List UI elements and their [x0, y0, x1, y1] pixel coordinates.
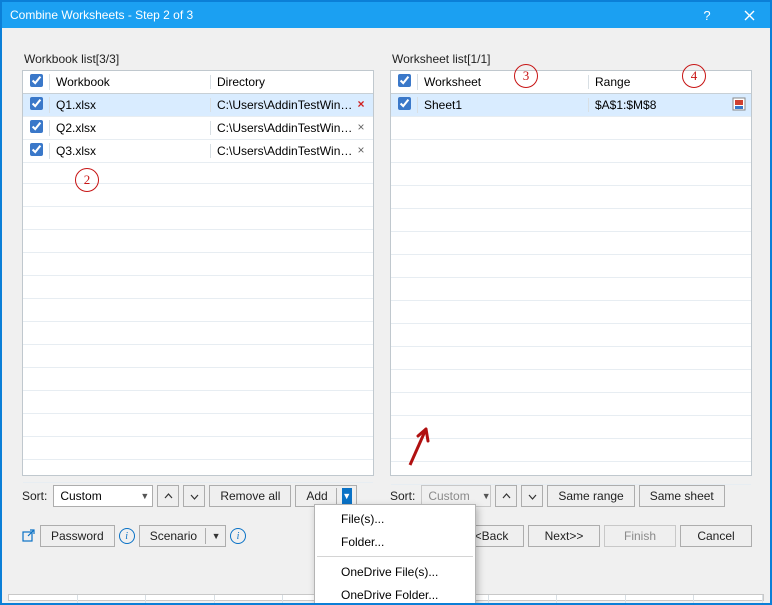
directory-col-header[interactable]: Directory	[211, 75, 373, 89]
next-button[interactable]: Next>>	[528, 525, 600, 547]
add-dropdown-toggle[interactable]: ▼	[342, 488, 352, 504]
worksheet-col-header[interactable]: Worksheet	[418, 75, 589, 89]
close-icon	[744, 10, 755, 21]
workbook-sort-combo[interactable]: Custom ▼	[53, 485, 153, 507]
table-row[interactable]: Q2.xlsx C:\Users\AddinTestWin1... ×	[23, 117, 373, 140]
worksheet-list-header: Worksheet Range	[391, 71, 751, 94]
same-sheet-button[interactable]: Same sheet	[639, 485, 725, 507]
password-button[interactable]: Password	[40, 525, 115, 547]
worksheet-select-all-checkbox[interactable]	[398, 74, 411, 87]
scenario-split-button[interactable]: Scenario ▼	[139, 525, 226, 547]
scenario-dropdown-toggle[interactable]: ▼	[211, 531, 221, 541]
chevron-down-icon	[190, 492, 199, 501]
same-range-button[interactable]: Same range	[547, 485, 634, 507]
menu-item-files[interactable]: File(s)...	[315, 507, 475, 530]
table-row[interactable]: Q1.xlsx C:\Users\AddinTestWin1... ×	[23, 94, 373, 117]
worksheet-sort-value: Custom	[428, 489, 469, 503]
workbook-name-cell: Q2.xlsx	[50, 121, 211, 135]
workbook-sort-label: Sort:	[22, 489, 47, 503]
workbook-row-checkbox[interactable]	[30, 120, 43, 133]
menu-item-onedrive-folder[interactable]: OneDrive Folder...	[315, 583, 475, 605]
menu-item-onedrive-files[interactable]: OneDrive File(s)...	[315, 560, 475, 583]
add-button-label: Add	[306, 489, 327, 503]
chevron-down-icon: ▼	[482, 491, 491, 501]
edit-range-button[interactable]	[731, 96, 747, 112]
workbook-row-checkbox[interactable]	[30, 143, 43, 156]
add-dropdown-menu: File(s)... Folder... OneDrive File(s)...…	[314, 504, 476, 605]
table-row[interactable]: Sheet1 $A$1:$M$8	[391, 94, 751, 117]
worksheet-list-label: Worksheet list[1/1]	[392, 52, 490, 66]
workbook-name-cell: Q1.xlsx	[50, 98, 211, 112]
titlebar-help-button[interactable]: ?	[686, 2, 728, 28]
info-icon[interactable]: i	[230, 528, 246, 544]
workbook-dir-cell: C:\Users\AddinTestWin1...	[211, 144, 373, 158]
workbook-name-cell: Q3.xlsx	[50, 144, 211, 158]
workbook-sort-value: Custom	[60, 489, 101, 503]
external-link-icon[interactable]	[22, 529, 36, 543]
remove-row-button[interactable]: ×	[353, 142, 369, 158]
table-row[interactable]: Q3.xlsx C:\Users\AddinTestWin1... ×	[23, 140, 373, 163]
move-down-button[interactable]	[183, 485, 205, 507]
worksheet-sort-label: Sort:	[390, 489, 415, 503]
range-col-header[interactable]: Range	[589, 75, 751, 89]
workbook-list: Workbook Directory Q1.xlsx C:\Users\Addi…	[22, 70, 374, 476]
cancel-button[interactable]: Cancel	[680, 525, 752, 547]
workbook-list-header: Workbook Directory	[23, 71, 373, 94]
info-icon[interactable]: i	[119, 528, 135, 544]
worksheet-row-checkbox[interactable]	[398, 97, 411, 110]
worksheet-name-cell: Sheet1	[418, 98, 589, 112]
scenario-button-label: Scenario	[150, 529, 197, 543]
workbook-dir-cell: C:\Users\AddinTestWin1...	[211, 121, 373, 135]
menu-item-folder[interactable]: Folder...	[315, 530, 475, 553]
workbook-list-label: Workbook list[3/3]	[24, 52, 119, 66]
titlebar-close-button[interactable]	[728, 2, 770, 28]
menu-separator	[317, 556, 473, 557]
workbook-select-all-checkbox[interactable]	[30, 74, 43, 87]
window-title: Combine Worksheets - Step 2 of 3	[10, 8, 686, 22]
workbook-col-header[interactable]: Workbook	[50, 75, 211, 89]
workbook-row-checkbox[interactable]	[30, 97, 43, 110]
finish-button[interactable]: Finish	[604, 525, 676, 547]
worksheet-move-up-button[interactable]	[495, 485, 517, 507]
chevron-up-icon	[502, 492, 511, 501]
worksheet-move-down-button[interactable]	[521, 485, 543, 507]
range-picker-icon	[732, 97, 746, 111]
chevron-down-icon: ▼	[140, 491, 149, 501]
move-up-button[interactable]	[157, 485, 179, 507]
workbook-dir-cell: C:\Users\AddinTestWin1...	[211, 98, 373, 112]
worksheet-range-cell: $A$1:$M$8	[589, 98, 751, 112]
remove-all-button[interactable]: Remove all	[209, 485, 291, 507]
remove-row-button[interactable]: ×	[353, 96, 369, 112]
chevron-up-icon	[164, 492, 173, 501]
remove-row-button[interactable]: ×	[353, 119, 369, 135]
chevron-down-icon	[528, 492, 537, 501]
worksheet-list: Worksheet Range Sheet1 $A$1:$M$8	[390, 70, 752, 476]
